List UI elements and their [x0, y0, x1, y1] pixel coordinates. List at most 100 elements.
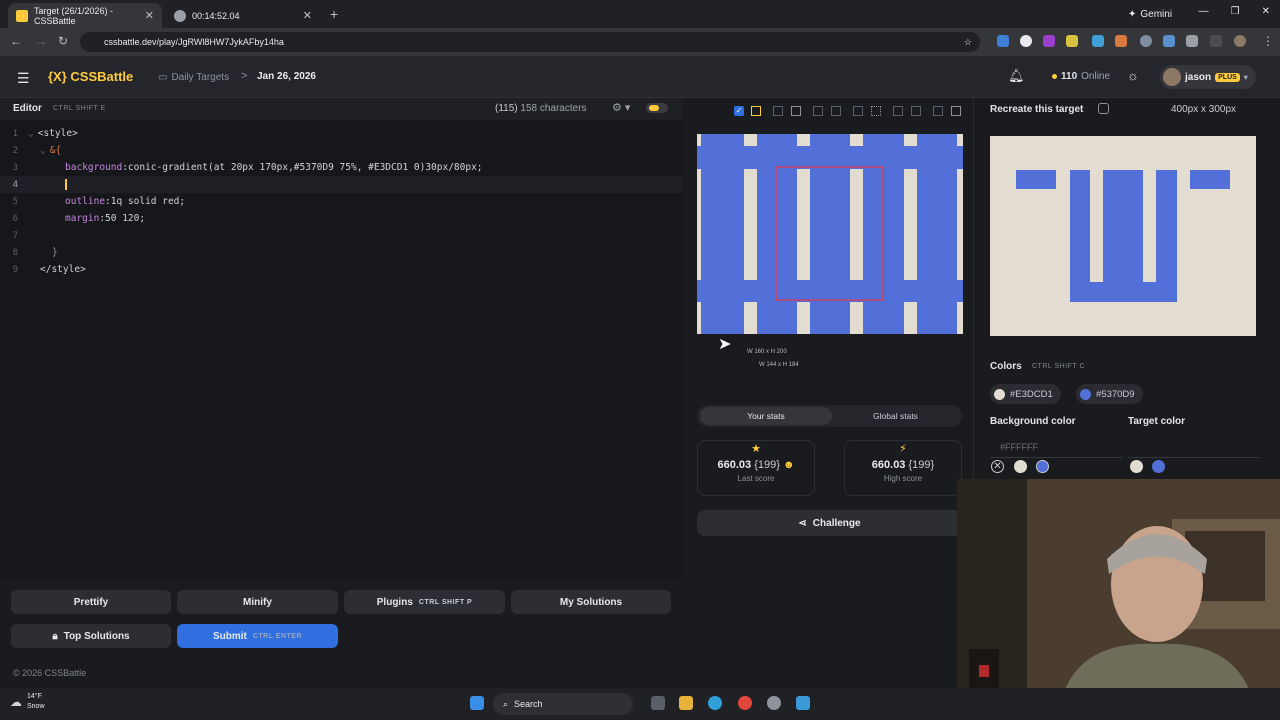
fullscreen-icon[interactable] [933, 106, 943, 116]
top-solutions-button[interactable]: 🔒︎ Top Solutions [11, 624, 171, 648]
fold-icon[interactable]: ⌄ [40, 145, 46, 156]
grid-icon[interactable] [871, 106, 881, 116]
forward-icon[interactable]: → [35, 34, 47, 48]
tab-your-stats[interactable]: Your stats [700, 407, 832, 425]
swatch-beige[interactable] [1130, 460, 1143, 473]
zoom-icon[interactable] [893, 106, 903, 116]
close-window-button[interactable]: ✕ [1262, 6, 1270, 17]
fold-icon[interactable]: ⌄ [28, 128, 34, 139]
browser-tab-active[interactable]: Target (26/1/2026) - CSSBattle ✕ [8, 3, 162, 28]
cssbattle-favicon-icon [16, 9, 28, 22]
code-property: margin [65, 213, 100, 224]
last-score-card: ★ 660.03 {199} ☻ Last score [697, 440, 815, 496]
theme-sun-icon[interactable]: ☼ [1127, 68, 1139, 83]
window-controls: — ❐ ✕ [1199, 6, 1270, 17]
breadcrumb-daily-targets[interactable]: ▭ Daily Targets [158, 72, 229, 83]
target-render [990, 136, 1256, 336]
checkbox-icon[interactable]: ✓ [734, 106, 744, 116]
browser-tab-timer[interactable]: 00:14:52.04 ✕ [166, 3, 320, 28]
extension-icon[interactable] [1140, 35, 1152, 47]
layout-icon[interactable] [911, 106, 921, 116]
swatch-blue[interactable] [1036, 460, 1049, 473]
bookmark-star-icon[interactable]: ☆ [964, 37, 972, 48]
extension-icon[interactable] [1043, 35, 1055, 47]
plugins-button[interactable]: Plugins CTRL SHIFT P [344, 590, 505, 614]
extension-icon[interactable] [1092, 35, 1104, 47]
overlay-icon[interactable] [791, 106, 801, 116]
maximize-button[interactable]: ❐ [1231, 6, 1240, 17]
browser-toolbar: ← → ↻ cssbattle.dev/play/JgRWl8HW7JykAFb… [0, 28, 1280, 56]
my-solutions-button[interactable]: My Solutions [511, 590, 671, 614]
reload-icon[interactable]: ↻ [58, 34, 68, 48]
background-color-input[interactable]: #FFFFFF [990, 438, 1122, 458]
extension-icon[interactable] [1066, 35, 1078, 47]
avatar [1163, 68, 1181, 86]
code-editor[interactable]: 1 ⌄ <style> 2 ⌄ &{ 3 background:conic-gr… [0, 120, 683, 578]
chrome-icon[interactable] [738, 696, 752, 710]
back-icon[interactable]: ← [10, 34, 22, 48]
close-tab-icon[interactable]: ✕ [303, 9, 312, 22]
challenge-button[interactable]: ⋖ Challenge [697, 510, 962, 536]
notepad-icon[interactable] [796, 696, 810, 710]
color-chip-beige[interactable]: #E3DCD1 [990, 384, 1061, 404]
hamburger-menu-icon[interactable]: ☰ [17, 70, 30, 87]
gear-icon[interactable]: ⚙ ▾ [612, 101, 630, 114]
user-menu[interactable]: jason PLUS ▾ [1160, 65, 1256, 89]
popout-icon[interactable] [951, 106, 961, 116]
slide-compare-icon[interactable] [751, 106, 761, 116]
lock-icon: 🔒︎ [52, 630, 58, 642]
extension-icon[interactable] [1115, 35, 1127, 47]
editor-toggle[interactable] [646, 103, 668, 113]
code-value: :1q solid red; [105, 196, 186, 207]
extension-icon[interactable] [997, 35, 1009, 47]
weather-widget[interactable]: ☁ 14°F Snow [10, 692, 45, 712]
extension-icon[interactable] [1163, 35, 1175, 47]
username: jason [1185, 71, 1212, 83]
settings-gear-icon[interactable] [767, 696, 781, 710]
clear-color-icon[interactable]: ✕ [991, 460, 1004, 473]
swatch-blue[interactable] [1152, 460, 1165, 473]
menu-dots-icon[interactable]: ⋮ [1262, 34, 1274, 48]
line-number: 4 [12, 179, 18, 190]
bell-icon[interactable]: 🔔︎ [1008, 68, 1025, 84]
submit-label: Submit [212, 630, 247, 642]
task-view-icon[interactable] [651, 696, 665, 710]
windows-start-icon[interactable] [470, 696, 484, 710]
frame-icon[interactable] [813, 106, 823, 116]
tab-global-stats[interactable]: Global stats [832, 407, 959, 425]
swatch-beige[interactable] [1014, 460, 1027, 473]
close-tab-icon[interactable]: ✕ [145, 9, 154, 22]
line-number: 1 [12, 128, 18, 139]
output-preview[interactable] [697, 134, 963, 334]
gemini-button[interactable]: ✦ Gemini [1122, 6, 1178, 22]
address-bar[interactable]: cssbattle.dev/play/JgRWl8HW7JykAFby14ha … [80, 32, 980, 52]
new-tab-button[interactable]: + [330, 6, 338, 22]
extension-icon[interactable] [1020, 35, 1032, 47]
target-color-input[interactable] [1128, 438, 1260, 458]
sidepanel-icon[interactable] [1210, 35, 1222, 47]
taskbar-search[interactable]: ⌕ Search [493, 693, 633, 715]
puzzle-icon[interactable] [1186, 35, 1198, 47]
submit-button[interactable]: Submit CTRL ENTER [177, 624, 338, 648]
color-chip-blue[interactable]: #5370D9 [1076, 384, 1143, 404]
tab-title: 00:14:52.04 [192, 10, 240, 21]
cssbattle-logo[interactable]: {X} CSSBattle [48, 69, 133, 84]
edge-icon[interactable] [708, 696, 722, 710]
color-picker-icon[interactable] [853, 106, 863, 116]
code-property: outline [65, 196, 106, 207]
line-number: 8 [12, 247, 18, 258]
ruler-icon[interactable] [831, 106, 841, 116]
colors-shortcut: CTRL SHIFT C [1032, 363, 1086, 370]
code-line: 1 ⌄ <style> [0, 125, 683, 142]
colors-title: Colors [990, 361, 1022, 372]
prettify-button[interactable]: Prettify [11, 590, 171, 614]
copy-icon[interactable] [1098, 103, 1109, 114]
file-explorer-icon[interactable] [679, 696, 693, 710]
profile-avatar[interactable] [1234, 35, 1246, 47]
app-header: ☰ {X} CSSBattle ▭ Daily Targets > Jan 26… [0, 56, 1280, 98]
minify-button[interactable]: Minify [177, 590, 338, 614]
diff-icon[interactable] [773, 106, 783, 116]
minimize-button[interactable]: — [1199, 6, 1209, 17]
challenge-label: Challenge [812, 517, 861, 529]
code-line: 3 background:conic-gradient(at 20px 170p… [0, 159, 683, 176]
